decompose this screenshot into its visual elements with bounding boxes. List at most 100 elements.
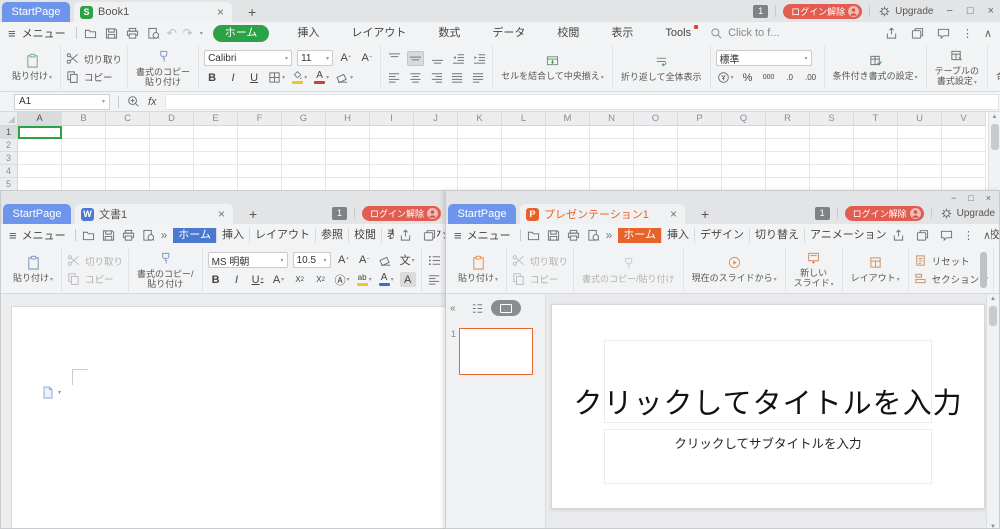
cell-P2[interactable] xyxy=(678,139,722,152)
open-icon[interactable] xyxy=(526,228,541,243)
open-icon[interactable] xyxy=(81,228,96,243)
merge-center-button[interactable]: セルを結合して中央揃え▾ xyxy=(498,52,607,83)
writer-document-area[interactable]: ▾ xyxy=(1,294,445,529)
cell-I4[interactable] xyxy=(370,165,414,178)
cell-S5[interactable] xyxy=(810,178,854,190)
column-header-T[interactable]: T xyxy=(854,112,898,126)
ribbon-tab-参照[interactable]: 参照 xyxy=(316,228,349,243)
cell-A1[interactable] xyxy=(18,126,62,139)
align-middle-button[interactable] xyxy=(407,51,424,66)
cell-L5[interactable] xyxy=(502,178,546,190)
cell-T3[interactable] xyxy=(854,152,898,165)
cell-E5[interactable] xyxy=(194,178,238,190)
column-header-N[interactable]: N xyxy=(590,112,634,126)
ribbon-tab-デザイン[interactable]: デザイン xyxy=(695,228,750,243)
cell-N3[interactable] xyxy=(590,152,634,165)
cell-M4[interactable] xyxy=(546,165,590,178)
hamburger-icon[interactable]: ≡ xyxy=(454,228,462,243)
outline-view-icon[interactable] xyxy=(470,301,485,316)
conditional-format-button[interactable]: 条件付き書式の設定▾ xyxy=(830,52,921,83)
ribbon-tab-切り替え[interactable]: 切り替え xyxy=(750,228,805,243)
comment-icon[interactable] xyxy=(936,26,951,41)
cell-R2[interactable] xyxy=(766,139,810,152)
row-header-3[interactable]: 3 xyxy=(0,152,18,165)
cell-F2[interactable] xyxy=(238,139,282,152)
cell-F4[interactable] xyxy=(238,165,282,178)
column-header-D[interactable]: D xyxy=(150,112,194,126)
increase-indent-button[interactable] xyxy=(471,51,487,66)
save-icon[interactable] xyxy=(101,228,116,243)
cell-O1[interactable] xyxy=(634,126,678,139)
bullet-list-button[interactable] xyxy=(427,253,443,268)
ribbon-tab-ホーム[interactable]: ホーム xyxy=(213,25,270,42)
char-border-button[interactable]: A▾ xyxy=(271,272,287,287)
wrap-text-button[interactable]: 折り返して全体表示 xyxy=(618,53,705,82)
ribbon-tab-挿入[interactable]: 挿入 xyxy=(293,25,323,42)
distribute-button[interactable] xyxy=(470,70,486,85)
close-tab-icon[interactable]: × xyxy=(668,207,679,221)
share-icon[interactable] xyxy=(398,228,413,243)
ribbon-tab-アニメーション[interactable]: アニメーション xyxy=(805,228,893,243)
underline-button[interactable]: U xyxy=(246,70,262,85)
cell-U1[interactable] xyxy=(898,126,942,139)
copy-button[interactable]: コピー xyxy=(512,272,568,286)
logout-button[interactable]: ログイン解除 xyxy=(783,4,862,19)
cell-G4[interactable] xyxy=(282,165,326,178)
number-format-select[interactable]: 標準▾ xyxy=(716,50,812,66)
font-name-select[interactable]: Calibri▾ xyxy=(204,50,292,66)
cell-U5[interactable] xyxy=(898,178,942,190)
window-switch-icon[interactable] xyxy=(915,228,930,243)
logout-button[interactable]: ログイン解除 xyxy=(362,206,441,221)
reset-button[interactable]: リセット xyxy=(914,254,989,268)
font-size-select[interactable]: 11▾ xyxy=(297,50,333,66)
print-icon[interactable] xyxy=(121,228,136,243)
zoom-formula-icon[interactable] xyxy=(126,94,141,109)
section-button[interactable]: セクション▾ xyxy=(914,272,989,286)
collapse-panel-icon[interactable]: « xyxy=(450,303,456,314)
formula-input[interactable] xyxy=(165,94,999,110)
column-header-R[interactable]: R xyxy=(766,112,810,126)
grow-font-button[interactable]: A⁺ xyxy=(336,253,352,268)
menu-button[interactable]: メニュー xyxy=(22,227,66,243)
cell-C4[interactable] xyxy=(106,165,150,178)
tab-startpage[interactable]: StartPage xyxy=(2,2,70,22)
cell-J5[interactable] xyxy=(414,178,458,190)
font-name-select[interactable]: MS 明朝▾ xyxy=(208,252,288,268)
circle-char-button[interactable]: Ⓐ▾ xyxy=(334,272,351,287)
column-header-F[interactable]: F xyxy=(238,112,282,126)
cell-Q1[interactable] xyxy=(722,126,766,139)
cell-I3[interactable] xyxy=(370,152,414,165)
cell-R3[interactable] xyxy=(766,152,810,165)
new-tab-button[interactable]: + xyxy=(245,204,261,224)
more-icon[interactable]: ⋮ xyxy=(963,229,974,242)
align-right-button[interactable] xyxy=(428,70,444,85)
font-color-button[interactable]: A▾ xyxy=(313,70,330,85)
row-header-5[interactable]: 5 xyxy=(0,178,18,190)
column-header-M[interactable]: M xyxy=(546,112,590,126)
row-header-4[interactable]: 4 xyxy=(0,165,18,178)
cell-U4[interactable] xyxy=(898,165,942,178)
cell-U3[interactable] xyxy=(898,152,942,165)
slide-vscrollbar[interactable]: ▲ ▼ xyxy=(986,294,999,529)
copy-button[interactable]: コピー xyxy=(67,272,123,286)
cell-H4[interactable] xyxy=(326,165,370,178)
doc-count-badge[interactable]: 1 xyxy=(753,5,768,18)
cell-N4[interactable] xyxy=(590,165,634,178)
cell-A2[interactable] xyxy=(18,139,62,152)
doc-count-badge[interactable]: 1 xyxy=(815,207,830,220)
ribbon-tab-レイアウト[interactable]: レイアウト xyxy=(250,228,316,243)
cell-D5[interactable] xyxy=(150,178,194,190)
cell-V3[interactable] xyxy=(942,152,986,165)
share-icon[interactable] xyxy=(891,228,906,243)
cell-O4[interactable] xyxy=(634,165,678,178)
tab-startpage[interactable]: StartPage xyxy=(3,204,71,224)
ribbon-tab-ホーム[interactable]: ホーム xyxy=(618,228,662,243)
cell-H3[interactable] xyxy=(326,152,370,165)
cell-H5[interactable] xyxy=(326,178,370,190)
menu-button[interactable]: メニュー xyxy=(467,227,511,243)
column-header-P[interactable]: P xyxy=(678,112,722,126)
close-tab-icon[interactable]: × xyxy=(215,5,226,19)
cell-C1[interactable] xyxy=(106,126,150,139)
ribbon-tab-数式[interactable]: 数式 xyxy=(434,25,464,42)
cut-button[interactable]: 切り取り xyxy=(512,254,568,268)
